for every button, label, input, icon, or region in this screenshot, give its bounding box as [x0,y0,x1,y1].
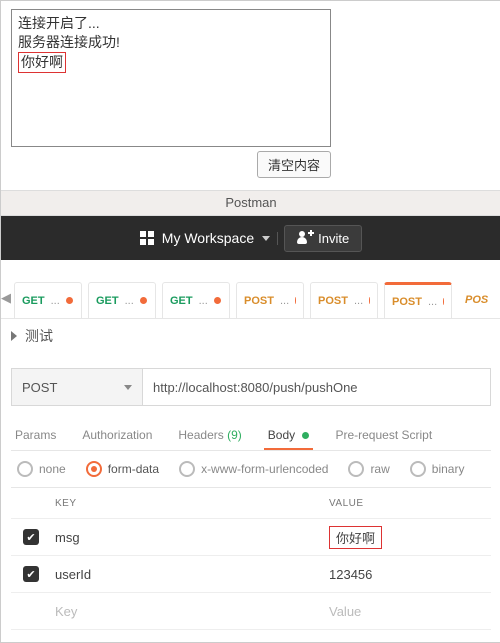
person-plus-icon [297,231,311,245]
body-type-binary[interactable]: binary [410,461,465,477]
console-highlight: 你好啊 [18,52,66,73]
placeholder-key[interactable]: Key [51,604,325,619]
row-checkbox[interactable]: ✔ [23,529,39,545]
request-tab[interactable]: POST ... [236,282,304,318]
headers-label: Headers [178,428,223,442]
chevron-down-icon [124,385,132,390]
body-type-label: binary [432,462,465,476]
request-tab[interactable]: GET ... [88,282,156,318]
tab-method: GET [96,295,119,307]
request-tab[interactable]: POST ... [310,282,378,318]
invite-label: Invite [318,231,349,246]
form-data-table: KEY VALUE ✔ msg 你好啊 ✔ userId 123456 Key … [11,487,491,630]
col-key-header: KEY [51,498,325,509]
table-row[interactable]: ✔ userId 123456 [11,556,491,593]
app-root: 连接开启了... 服务器连接成功! 你好啊 清空内容 Postman My Wo… [0,0,500,643]
body-type-urlencoded[interactable]: x-www-form-urlencoded [179,461,328,477]
tab-method: GET [170,295,193,307]
unsaved-dot-icon [66,297,73,304]
body-label: Body [268,428,295,442]
tab-scroll-left[interactable]: ◀ [1,278,11,318]
method-value: POST [22,380,57,395]
value-highlight: 你好啊 [329,526,382,549]
table-header: KEY VALUE [11,488,491,519]
invite-button[interactable]: Invite [284,225,362,252]
request-tab-active[interactable]: POST ... [384,282,452,318]
body-type-label: none [39,462,66,476]
console-line: 服务器连接成功! [18,33,324,52]
col-value-header: VALUE [325,498,491,509]
body-type-label: x-www-form-urlencoded [201,462,328,476]
row-key[interactable]: msg [51,530,325,545]
chevron-down-icon [262,236,270,241]
request-tabs: ◀ GET ... GET ... GET ... POST ... POST … [1,278,500,319]
radio-icon [179,461,195,477]
body-type-raw[interactable]: raw [348,461,389,477]
workspace-label: My Workspace [162,230,254,246]
radio-icon [410,461,426,477]
triangle-right-icon [11,331,17,341]
url-input[interactable]: http://localhost:8080/push/pushOne [142,368,491,406]
tab-label: ... [51,295,60,307]
tab-method: POST [318,295,348,307]
table-row[interactable]: ✔ msg 你好啊 [11,519,491,556]
headers-count: (9) [227,428,242,442]
console-panel: 连接开启了... 服务器连接成功! 你好啊 清空内容 [1,1,500,180]
unsaved-dot-icon [443,298,444,305]
console-actions: 清空内容 [11,151,331,178]
body-type-label: form-data [108,462,159,476]
subtabs-separator [11,450,491,451]
body-type-label: raw [370,462,389,476]
url-value: http://localhost:8080/push/pushOne [153,380,358,395]
unsaved-dot-icon [295,297,296,304]
method-dropdown[interactable]: POST [11,368,142,406]
workspace-dropdown[interactable]: My Workspace [140,230,270,246]
row-checkbox[interactable]: ✔ [23,566,39,582]
url-bar: POST http://localhost:8080/push/pushOne [11,368,491,406]
body-type-formdata[interactable]: form-data [86,461,159,477]
tab-label: ... [280,295,289,307]
clear-console-button[interactable]: 清空内容 [257,151,331,178]
tab-headers[interactable]: Headers (9) [178,428,241,450]
console-line: 连接开启了... [18,14,324,33]
tab-prerequest[interactable]: Pre-request Script [335,428,432,450]
unsaved-dot-icon [369,297,370,304]
tab-method: POST [392,296,422,308]
request-name: 测试 [25,326,53,346]
body-type-none[interactable]: none [17,461,66,477]
tab-label: ... [354,295,363,307]
window-title: Postman [1,190,500,216]
body-active-dot-icon [302,432,309,439]
unsaved-dot-icon [140,297,147,304]
body-type-selector: none form-data x-www-form-urlencoded raw… [17,461,491,477]
tab-method: POS [465,294,488,306]
row-value[interactable]: 你好啊 [325,526,491,549]
console-output: 连接开启了... 服务器连接成功! 你好啊 [11,9,331,147]
request-tab-overflow[interactable]: POS [458,282,500,318]
tab-body[interactable]: Body [268,428,310,450]
placeholder-value[interactable]: Value [325,604,491,619]
tab-method: POST [244,295,274,307]
unsaved-dot-icon [214,297,221,304]
radio-icon [17,461,33,477]
tab-label: ... [199,295,208,307]
row-key[interactable]: userId [51,567,325,582]
request-tab[interactable]: GET ... [14,282,82,318]
grid-icon [140,231,154,245]
tab-label: ... [125,295,134,307]
table-row-placeholder[interactable]: Key Value [11,593,491,630]
request-subtabs: Params Authorization Headers (9) Body Pr… [15,428,491,450]
row-value[interactable]: 123456 [325,567,491,582]
tab-authorization[interactable]: Authorization [82,428,152,450]
tab-label: ... [428,296,437,308]
radio-icon [348,461,364,477]
radio-icon [86,461,102,477]
tab-method: GET [22,295,45,307]
tab-params[interactable]: Params [15,428,56,450]
request-tab[interactable]: GET ... [162,282,230,318]
request-name-row[interactable]: 测试 [1,319,500,354]
top-nav: My Workspace Invite [1,216,500,260]
